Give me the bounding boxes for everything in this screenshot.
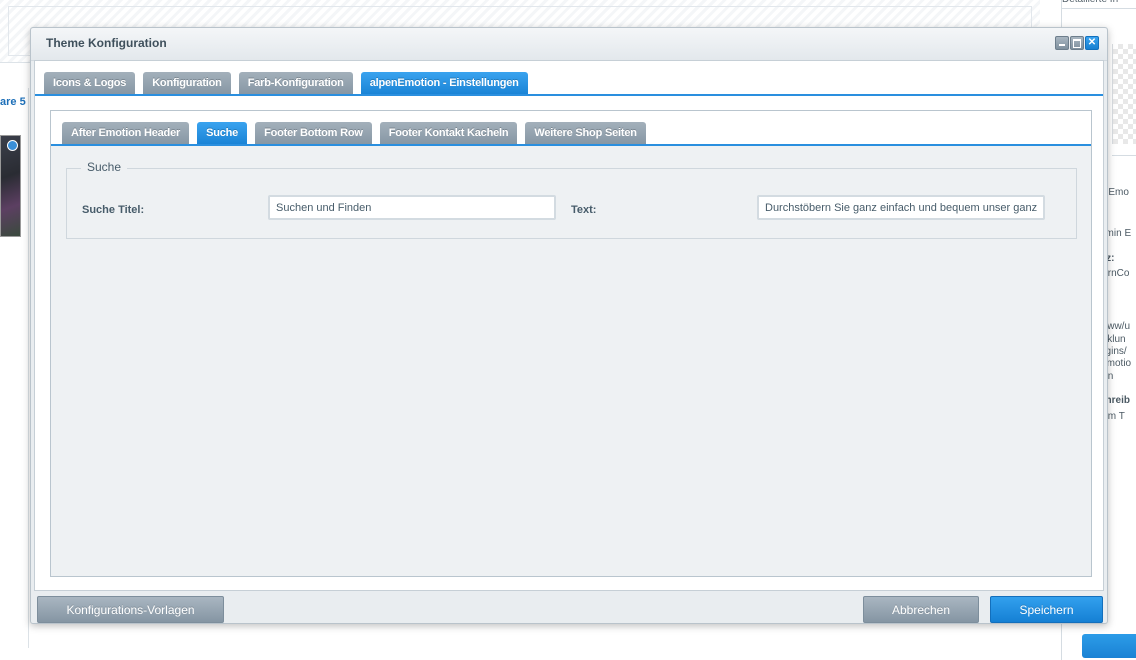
theme-configuration-window: Theme Konfiguration ✕ Icons & Logos Konfi… (30, 27, 1108, 624)
outer-tabs: Icons & Logos Konfiguration Farb-Konfigura… (44, 72, 528, 94)
background-left-label: are 5 (0, 96, 26, 108)
tab-outer-3[interactable]: alpenEmotion - Einstellungen (360, 72, 528, 94)
tab-inner-3[interactable]: Footer Kontakt Kacheln (379, 122, 518, 144)
tab-inner-4[interactable]: Weitere Shop Seiten (525, 122, 646, 144)
window-footer: Konfigurations-Vorlagen Abbrechen Speich… (31, 591, 1107, 625)
settings-panel: After Emotion Header Suche Footer Bottom R… (50, 110, 1092, 577)
fieldset-legend: Suche (81, 160, 128, 174)
tab-outer-2[interactable]: Farb-Konfiguration (238, 72, 353, 94)
search-title-input[interactable] (268, 195, 556, 220)
inner-tabs: After Emotion Header Suche Footer Bottom R… (62, 122, 646, 144)
tab-outer-0[interactable]: Icons & Logos (44, 72, 136, 94)
background-divider (1112, 155, 1136, 156)
gear-icon (7, 140, 18, 151)
inner-tab-bar: After Emotion Header Suche Footer Bottom R… (51, 111, 1091, 146)
close-glyph: ✕ (1087, 37, 1097, 48)
search-text-input[interactable] (757, 195, 1045, 220)
search-title-label: Suche Titel: (82, 204, 145, 216)
background-preview-image (1112, 44, 1136, 144)
window-tools: ✕ (1055, 36, 1099, 50)
outer-tab-bar: Icons & Logos Konfiguration Farb-Konfigura… (35, 61, 1103, 96)
window-header[interactable]: Theme Konfiguration ✕ (31, 28, 1107, 61)
background-theme-thumbnail[interactable] (0, 135, 21, 237)
tab-inner-0[interactable]: After Emotion Header (62, 122, 190, 144)
search-fieldset: Suche Suche Titel: Text: (66, 160, 1077, 239)
close-icon[interactable]: ✕ (1085, 36, 1099, 50)
maximize-icon[interactable] (1070, 36, 1084, 50)
search-text-label: Text: (571, 204, 597, 216)
cancel-button[interactable]: Abbrechen (863, 596, 979, 623)
minimize-icon[interactable] (1055, 36, 1069, 50)
configuration-templates-button[interactable]: Konfigurations-Vorlagen (37, 596, 224, 623)
window-body: Icons & Logos Konfiguration Farb-Konfigura… (34, 60, 1104, 591)
tab-outer-1[interactable]: Konfiguration (143, 72, 231, 94)
save-button[interactable]: Speichern (990, 596, 1103, 623)
background-detail-title: Detailierte In (1062, 0, 1136, 9)
tab-inner-2[interactable]: Footer Bottom Row (255, 122, 372, 144)
window-title: Theme Konfiguration (46, 36, 167, 50)
tab-inner-1[interactable]: Suche (197, 122, 248, 144)
background-action-button[interactable] (1082, 634, 1136, 658)
